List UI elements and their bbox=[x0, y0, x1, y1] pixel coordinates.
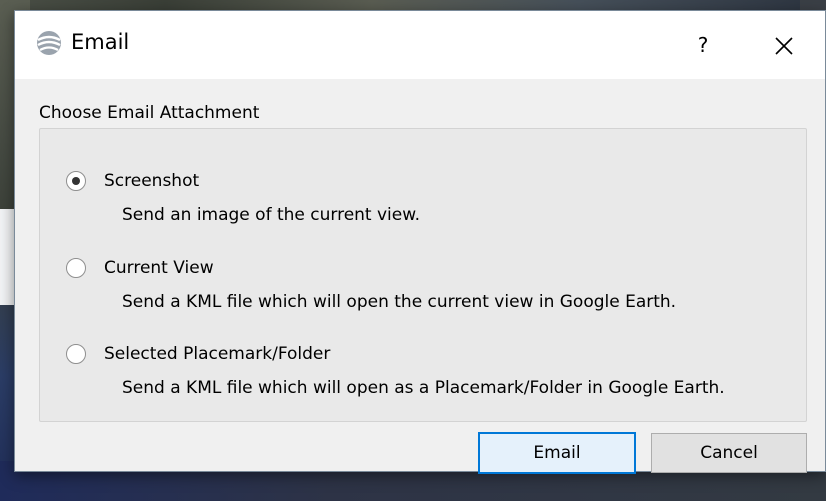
email-button[interactable]: Email bbox=[478, 432, 636, 474]
attachment-options-group: Screenshot Send an image of the current … bbox=[39, 128, 807, 422]
cancel-button[interactable]: Cancel bbox=[651, 433, 807, 473]
option-label: Selected Placemark/Folder bbox=[104, 344, 331, 364]
close-button[interactable] bbox=[757, 23, 811, 67]
radio-current-view[interactable] bbox=[66, 258, 86, 278]
option-label: Current View bbox=[104, 258, 214, 278]
close-icon bbox=[775, 36, 793, 55]
radio-screenshot[interactable] bbox=[66, 171, 86, 191]
title-bar: Email ? bbox=[15, 11, 825, 79]
help-button[interactable]: ? bbox=[679, 23, 727, 67]
option-label: Screenshot bbox=[104, 171, 200, 191]
dialog-title: Email bbox=[71, 30, 130, 54]
email-dialog: Email ? Choose Email Attachment Screensh… bbox=[14, 10, 826, 474]
radio-selected-placemark[interactable] bbox=[66, 344, 86, 364]
radio-selected-dot bbox=[72, 177, 80, 185]
option-description: Send a KML file which will open as a Pla… bbox=[122, 378, 725, 398]
option-description: Send an image of the current view. bbox=[122, 205, 420, 225]
attachment-group-title: Choose Email Attachment bbox=[39, 103, 260, 123]
google-earth-icon bbox=[35, 29, 63, 57]
option-description: Send a KML file which will open the curr… bbox=[122, 292, 677, 312]
